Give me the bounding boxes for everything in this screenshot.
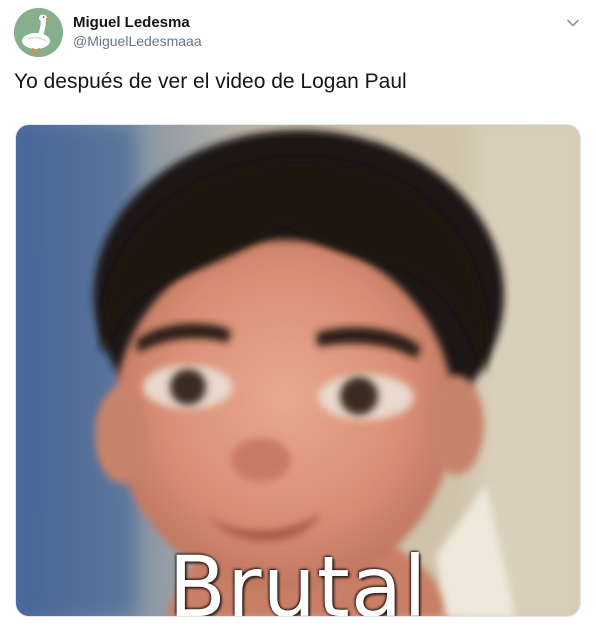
chevron-down-icon [567,19,579,27]
author-display-name[interactable]: Miguel Ledesma [73,14,202,32]
goose-icon [14,8,63,57]
tweet-card: Miguel Ledesma @MiguelLedesmaaa Yo despu… [0,0,596,635]
tweet-header: Miguel Ledesma @MiguelLedesmaaa [14,8,582,60]
meme-image [16,125,580,616]
more-menu-button[interactable] [564,14,582,32]
author-handle[interactable]: @MiguelLedesmaaa [73,32,202,50]
tweet-media-image[interactable]: Brutal [15,124,581,617]
author-info: Miguel Ledesma @MiguelLedesmaaa [73,14,202,50]
tweet-text: Yo después de ver el video de Logan Paul [14,70,407,93]
avatar[interactable] [14,8,63,57]
